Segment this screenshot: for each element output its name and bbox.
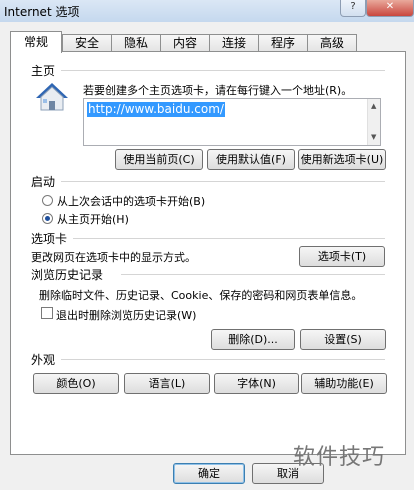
title-bar: Internet 选项 ? ✕ [0, 0, 414, 22]
startup-last-session-label: 从上次会话中的选项卡开始(B) [57, 195, 206, 208]
ok-button[interactable]: 确定 [173, 463, 245, 484]
divider [61, 359, 385, 360]
scroll-down-icon[interactable]: ▼ [371, 133, 376, 141]
history-heading: 浏览历史记录 [31, 268, 104, 282]
divider [73, 238, 385, 239]
tabs-heading: 选项卡 [31, 232, 68, 246]
accessibility-button[interactable]: 辅助功能(E) [301, 373, 387, 394]
use-current-button[interactable]: 使用当前页(C) [115, 149, 203, 170]
history-description: 删除临时文件、历史记录、Cookie、保存的密码和网页表单信息。 [39, 289, 363, 302]
close-button[interactable]: ✕ [366, 0, 414, 17]
delete-on-exit-label: 退出时删除浏览历史记录(W) [56, 309, 197, 322]
appearance-heading: 外观 [31, 353, 56, 367]
startup-homepage-radio[interactable] [42, 213, 53, 224]
languages-button[interactable]: 语言(L) [124, 373, 210, 394]
home-icon [35, 81, 69, 113]
colors-button[interactable]: 颜色(O) [33, 373, 119, 394]
startup-homepage-label: 从主页开始(H) [57, 213, 129, 226]
use-new-tab-button[interactable]: 使用新选项卡(U) [298, 149, 386, 170]
divider [121, 274, 385, 275]
tabs-settings-button[interactable]: 选项卡(T) [299, 246, 385, 267]
help-icon: ? [350, 1, 356, 12]
divider [61, 181, 385, 182]
home-url-value: http://www.baidu.com/ [87, 102, 225, 117]
divider [61, 70, 385, 71]
startup-heading: 启动 [31, 175, 56, 189]
watermark: 软件技巧 [293, 445, 386, 470]
general-panel: 主页 若要创建多个主页选项卡，请在每行键入一个地址(R)。 http://www… [10, 51, 406, 455]
home-url-textarea[interactable]: http://www.baidu.com/ ▲ ▼ [83, 98, 381, 146]
tab-advanced[interactable]: 高级 [307, 34, 357, 52]
tabs-description: 更改网页在选项卡中的显示方式。 [31, 251, 196, 264]
tab-security[interactable]: 安全 [62, 34, 112, 52]
tab-privacy[interactable]: 隐私 [111, 34, 161, 52]
delete-on-exit-checkbox[interactable] [41, 307, 53, 319]
home-heading: 主页 [31, 64, 56, 78]
startup-last-session-radio[interactable] [42, 195, 53, 206]
tab-programs[interactable]: 程序 [258, 34, 308, 52]
scroll-up-icon[interactable]: ▲ [371, 102, 376, 110]
tab-connections[interactable]: 连接 [209, 34, 259, 52]
history-settings-button[interactable]: 设置(S) [300, 329, 386, 350]
use-default-button[interactable]: 使用默认值(F) [207, 149, 295, 170]
close-icon: ✕ [385, 1, 395, 12]
textarea-scrollbar[interactable]: ▲ ▼ [367, 99, 380, 145]
window-title: Internet 选项 [4, 5, 80, 19]
tab-content[interactable]: 内容 [160, 34, 210, 52]
home-instruction: 若要创建多个主页选项卡，请在每行键入一个地址(R)。 [83, 84, 353, 97]
delete-history-button[interactable]: 删除(D)... [211, 329, 295, 350]
help-button[interactable]: ? [340, 0, 366, 17]
tab-general[interactable]: 常规 [10, 31, 62, 53]
fonts-button[interactable]: 字体(N) [214, 373, 299, 394]
